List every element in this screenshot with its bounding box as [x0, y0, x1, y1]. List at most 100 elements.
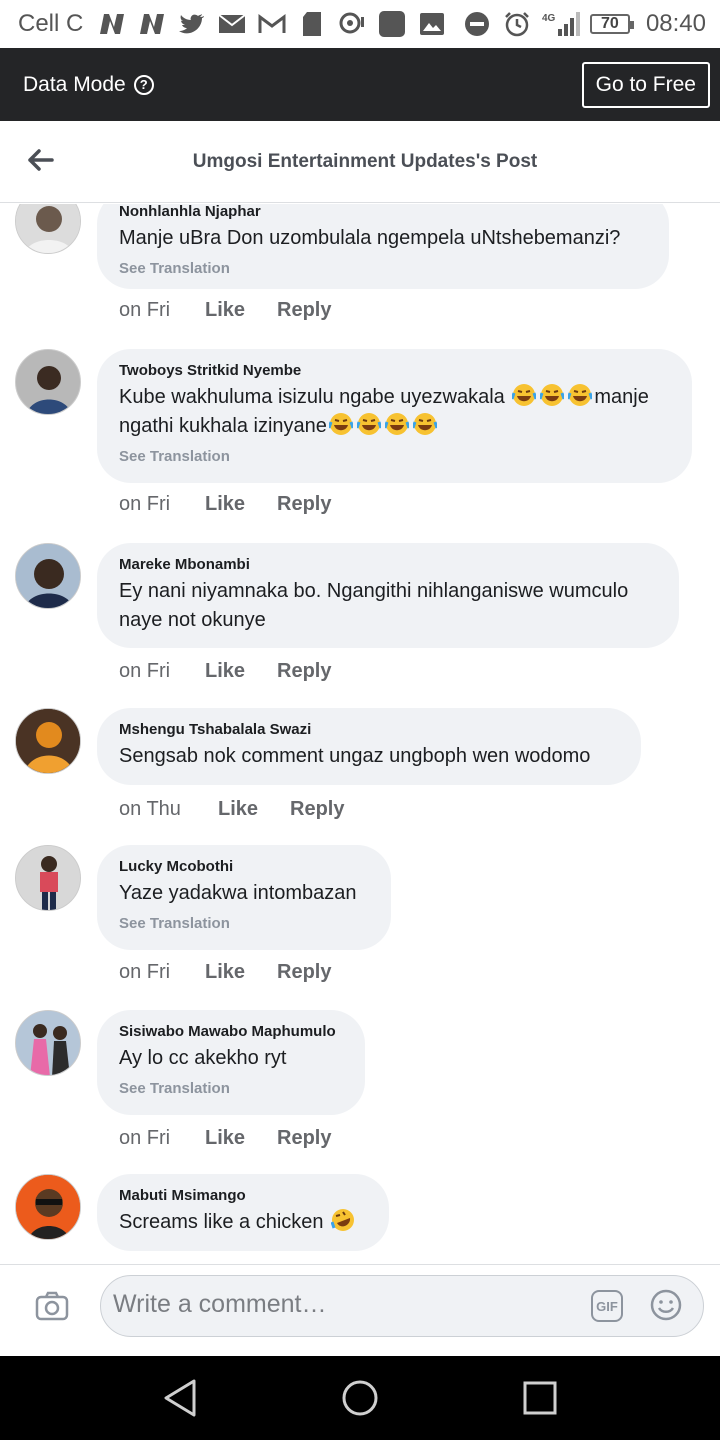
- like-button[interactable]: Like: [205, 299, 277, 322]
- twitter-icon: [177, 11, 207, 37]
- comment-bubble[interactable]: Lucky Mcobothi Yaze yadakwa intombazan S…: [97, 845, 391, 950]
- reply-button[interactable]: Reply: [277, 1127, 331, 1150]
- comment-author[interactable]: Mabuti Msimango: [119, 1186, 367, 1206]
- see-translation-link[interactable]: See Translation: [119, 1079, 343, 1099]
- gif-icon[interactable]: GIF: [591, 1290, 623, 1322]
- app-icon: [377, 11, 407, 37]
- comment-time: on Fri: [119, 299, 171, 321]
- comment-bubble[interactable]: Mareke Mbonambi Ey nani niyamnaka bo. Ng…: [97, 543, 679, 648]
- sd-card-icon: [297, 11, 327, 37]
- comment-input[interactable]: Write a comment… GIF: [100, 1275, 704, 1337]
- comment-text: Manje uBra Don uzombulala ngempela uNtsh…: [119, 227, 621, 249]
- alarm-icon: [502, 11, 532, 37]
- see-translation-link[interactable]: See Translation: [119, 914, 369, 934]
- comment-actions: on Fri Like Reply: [119, 1127, 331, 1150]
- go-to-free-button[interactable]: Go to Free: [581, 61, 710, 108]
- comment-author[interactable]: Mshengu Tshabalala Swazi: [119, 720, 619, 740]
- comment-text: Ay lo cc akekho ryt: [119, 1047, 287, 1069]
- gmail-icon: [257, 11, 287, 37]
- system-nav-bar: [0, 1356, 720, 1440]
- see-translation-link[interactable]: See Translation: [119, 447, 670, 467]
- comment-bubble[interactable]: Sisiwabo Mawabo Maphumulo Ay lo cc akekh…: [97, 1010, 365, 1115]
- like-button[interactable]: Like: [205, 961, 277, 984]
- tears-of-joy-emoji-icon: [384, 413, 409, 435]
- carrier-label: Cell C: [18, 10, 84, 37]
- comment-text: Kube wakhuluma isizulu ngabe uyezwakala …: [119, 383, 670, 441]
- comment-author[interactable]: Twoboys Stritkid Nyembe: [119, 361, 670, 381]
- battery-icon: 70: [589, 14, 634, 34]
- svg-text:4G: 4G: [542, 13, 556, 24]
- comment-text: Ey nani niyamnaka bo. Ngangithi nihlanga…: [119, 580, 629, 631]
- like-button[interactable]: Like: [205, 493, 277, 516]
- comment-actions: on Fri Like Reply: [119, 493, 331, 516]
- tears-of-joy-emoji-icon: [412, 413, 437, 435]
- avatar[interactable]: [15, 543, 81, 609]
- hotspot-icon: [337, 11, 367, 37]
- avatar[interactable]: [15, 845, 81, 911]
- page-title: Umgosi Entertainment Updates's Post: [192, 150, 538, 172]
- data-mode-label: Data Mode: [23, 72, 126, 96]
- comment-author[interactable]: Sisiwabo Mawabo Maphumulo: [119, 1022, 343, 1042]
- reply-button[interactable]: Reply: [277, 493, 331, 516]
- comment-time: on Thu: [119, 798, 181, 820]
- back-arrow-icon[interactable]: [26, 145, 56, 175]
- comment-bubble[interactable]: Mshengu Tshabalala Swazi Sengsab nok com…: [97, 708, 641, 785]
- mail-icon: [217, 11, 247, 37]
- emoji-icon[interactable]: [649, 1288, 683, 1322]
- avatar[interactable]: [15, 204, 81, 254]
- reply-button[interactable]: Reply: [277, 961, 331, 984]
- reply-button[interactable]: Reply: [277, 299, 331, 322]
- tears-of-joy-emoji-icon: [512, 384, 537, 406]
- comment-composer: Write a comment… GIF: [0, 1264, 720, 1356]
- nav-home-icon[interactable]: [341, 1378, 379, 1418]
- like-button[interactable]: Like: [205, 1127, 277, 1150]
- comment-bubble[interactable]: Mabuti Msimango Screams like a chicken: [97, 1174, 389, 1251]
- rolling-laughing-emoji-icon: [331, 1209, 355, 1231]
- reply-button[interactable]: Reply: [290, 798, 344, 821]
- comment-text-part: Kube wakhuluma isizulu ngabe uyezwakala: [119, 386, 505, 408]
- comment-time: on Fri: [119, 660, 171, 682]
- like-button[interactable]: Like: [205, 660, 277, 683]
- avatar[interactable]: [15, 1174, 81, 1240]
- status-bar: Cell C 4G 70 08:40: [0, 0, 720, 48]
- comment-bubble[interactable]: Nonhlanhla Njaphar Manje uBra Don uzombu…: [97, 204, 669, 289]
- avatar[interactable]: [15, 1010, 81, 1076]
- tears-of-joy-emoji-icon: [356, 413, 381, 435]
- avatar[interactable]: [15, 349, 81, 415]
- comment-author[interactable]: Mareke Mbonambi: [119, 555, 657, 575]
- like-button[interactable]: Like: [218, 798, 290, 821]
- comment-text-part: Screams like a chicken: [119, 1211, 324, 1233]
- post-header: Umgosi Entertainment Updates's Post: [0, 121, 720, 203]
- notification-n-icon: [137, 11, 167, 37]
- see-translation-link[interactable]: See Translation: [119, 259, 647, 279]
- comment-actions: on Fri Like Reply: [119, 299, 331, 322]
- reply-button[interactable]: Reply: [277, 660, 331, 683]
- nav-recents-icon[interactable]: [522, 1378, 558, 1418]
- comment-text: Yaze yadakwa intombazan: [119, 882, 357, 904]
- nav-back-icon[interactable]: [162, 1378, 200, 1418]
- notification-n-icon: [97, 11, 127, 37]
- comment-author[interactable]: Lucky Mcobothi: [119, 857, 369, 877]
- comment-actions: on Fri Like Reply: [119, 961, 331, 984]
- comment-list[interactable]: Nonhlanhla Njaphar Manje uBra Don uzombu…: [0, 204, 720, 1264]
- comment-actions: on Fri Like Reply: [119, 660, 331, 683]
- comment-text: Sengsab nok comment ungaz ungboph wen wo…: [119, 745, 591, 767]
- comment-bubble[interactable]: Twoboys Stritkid Nyembe Kube wakhuluma i…: [97, 349, 692, 483]
- clock-time: 08:40: [645, 10, 706, 37]
- tears-of-joy-emoji-icon: [540, 384, 565, 406]
- camera-icon[interactable]: [35, 1289, 69, 1323]
- help-icon[interactable]: ?: [133, 74, 154, 95]
- signal-icon: 4G: [542, 11, 580, 37]
- comment-input-placeholder: Write a comment…: [113, 1290, 327, 1318]
- avatar[interactable]: [15, 708, 81, 774]
- comment-time: on Fri: [119, 961, 171, 983]
- comment-text: Screams like a chicken: [119, 1208, 367, 1237]
- comment-author[interactable]: Nonhlanhla Njaphar: [119, 204, 647, 222]
- comment-actions: on Thu Like Reply: [119, 798, 344, 821]
- tears-of-joy-emoji-icon: [568, 384, 593, 406]
- data-mode-bar: Data Mode ? Go to Free: [0, 48, 720, 121]
- dnd-icon: [462, 11, 492, 37]
- comment-time: on Fri: [119, 493, 171, 515]
- tears-of-joy-emoji-icon: [328, 413, 353, 435]
- comment-time: on Fri: [119, 1127, 171, 1149]
